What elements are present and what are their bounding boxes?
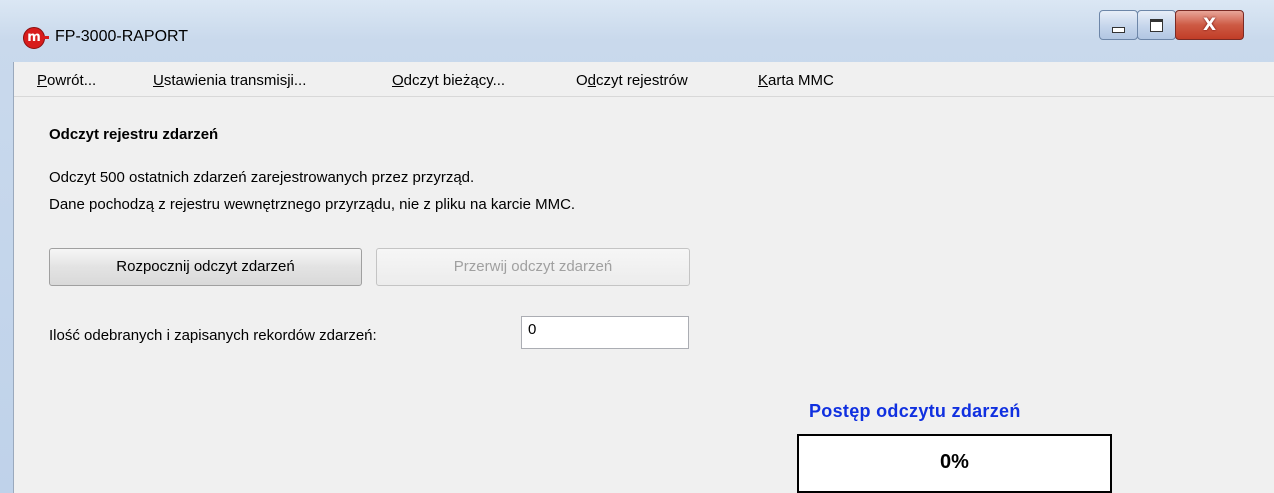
window-title: FP-3000-RAPORT bbox=[55, 28, 189, 45]
menu-item-odczyt-biezacy[interactable]: Odczyt bieżący... bbox=[392, 72, 505, 89]
menu-label: stawienia transmisji... bbox=[163, 72, 307, 89]
menu-label: czyt rejestrów bbox=[596, 72, 688, 89]
section-heading: Odczyt rejestru zdarzeń bbox=[49, 126, 219, 143]
client-area: Powrót... Ustawienia transmisji... Odczy… bbox=[13, 62, 1274, 493]
progress-percent: 0% bbox=[940, 451, 969, 473]
maximize-button[interactable] bbox=[1137, 10, 1176, 40]
maximize-icon bbox=[1150, 18, 1163, 32]
start-read-button[interactable]: Rozpocznij odczyt zdarzeń bbox=[49, 248, 362, 286]
menu-accel: P bbox=[37, 72, 48, 89]
title-bar[interactable]: m FP-3000-RAPORT X bbox=[0, 0, 1274, 62]
minimize-button[interactable] bbox=[1099, 10, 1138, 40]
records-count-label: Ilość odebranych i zapisanych rekordów z… bbox=[49, 327, 377, 344]
window-controls: X bbox=[1099, 10, 1244, 40]
menu-accel: O bbox=[392, 72, 404, 89]
close-button[interactable]: X bbox=[1175, 10, 1244, 40]
progress-bar: 0% bbox=[797, 434, 1112, 493]
description-line-2: Dane pochodzą z rejestru wewnętrznego pr… bbox=[49, 196, 576, 213]
menu-accel: d bbox=[587, 72, 597, 89]
menu-item-powrot[interactable]: Powrót... bbox=[37, 72, 96, 89]
menu-label: O bbox=[576, 72, 588, 89]
app-window: m FP-3000-RAPORT X Powrót... Ustawienia … bbox=[0, 0, 1274, 493]
progress-title: Postęp odczytu zdarzeń bbox=[809, 401, 1021, 421]
abort-read-button[interactable]: Przerwij odczyt zdarzeń bbox=[376, 248, 690, 286]
close-icon: X bbox=[1202, 15, 1217, 35]
menu-accel: U bbox=[153, 72, 164, 89]
menu-item-odczyt-rejestrow[interactable]: Odczyt rejestrów bbox=[576, 72, 688, 89]
menu-item-karta-mmc[interactable]: Karta MMC bbox=[758, 72, 834, 89]
menu-item-ustawienia-transmisji[interactable]: Ustawienia transmisji... bbox=[153, 72, 306, 89]
minimize-icon bbox=[1112, 26, 1125, 33]
menu-accel: K bbox=[758, 72, 769, 89]
records-count-field[interactable]: 0 bbox=[521, 316, 689, 349]
menu-label: dczyt bieżący... bbox=[403, 72, 506, 89]
app-logo-icon[interactable]: m bbox=[23, 27, 49, 49]
description-line-1: Odczyt 500 ostatnich zdarzeń zarejestrow… bbox=[49, 169, 475, 186]
menu-label: arta MMC bbox=[768, 72, 834, 89]
menu-label: owrót... bbox=[47, 72, 97, 89]
menu-bar: Powrót... Ustawienia transmisji... Odczy… bbox=[14, 62, 1274, 97]
